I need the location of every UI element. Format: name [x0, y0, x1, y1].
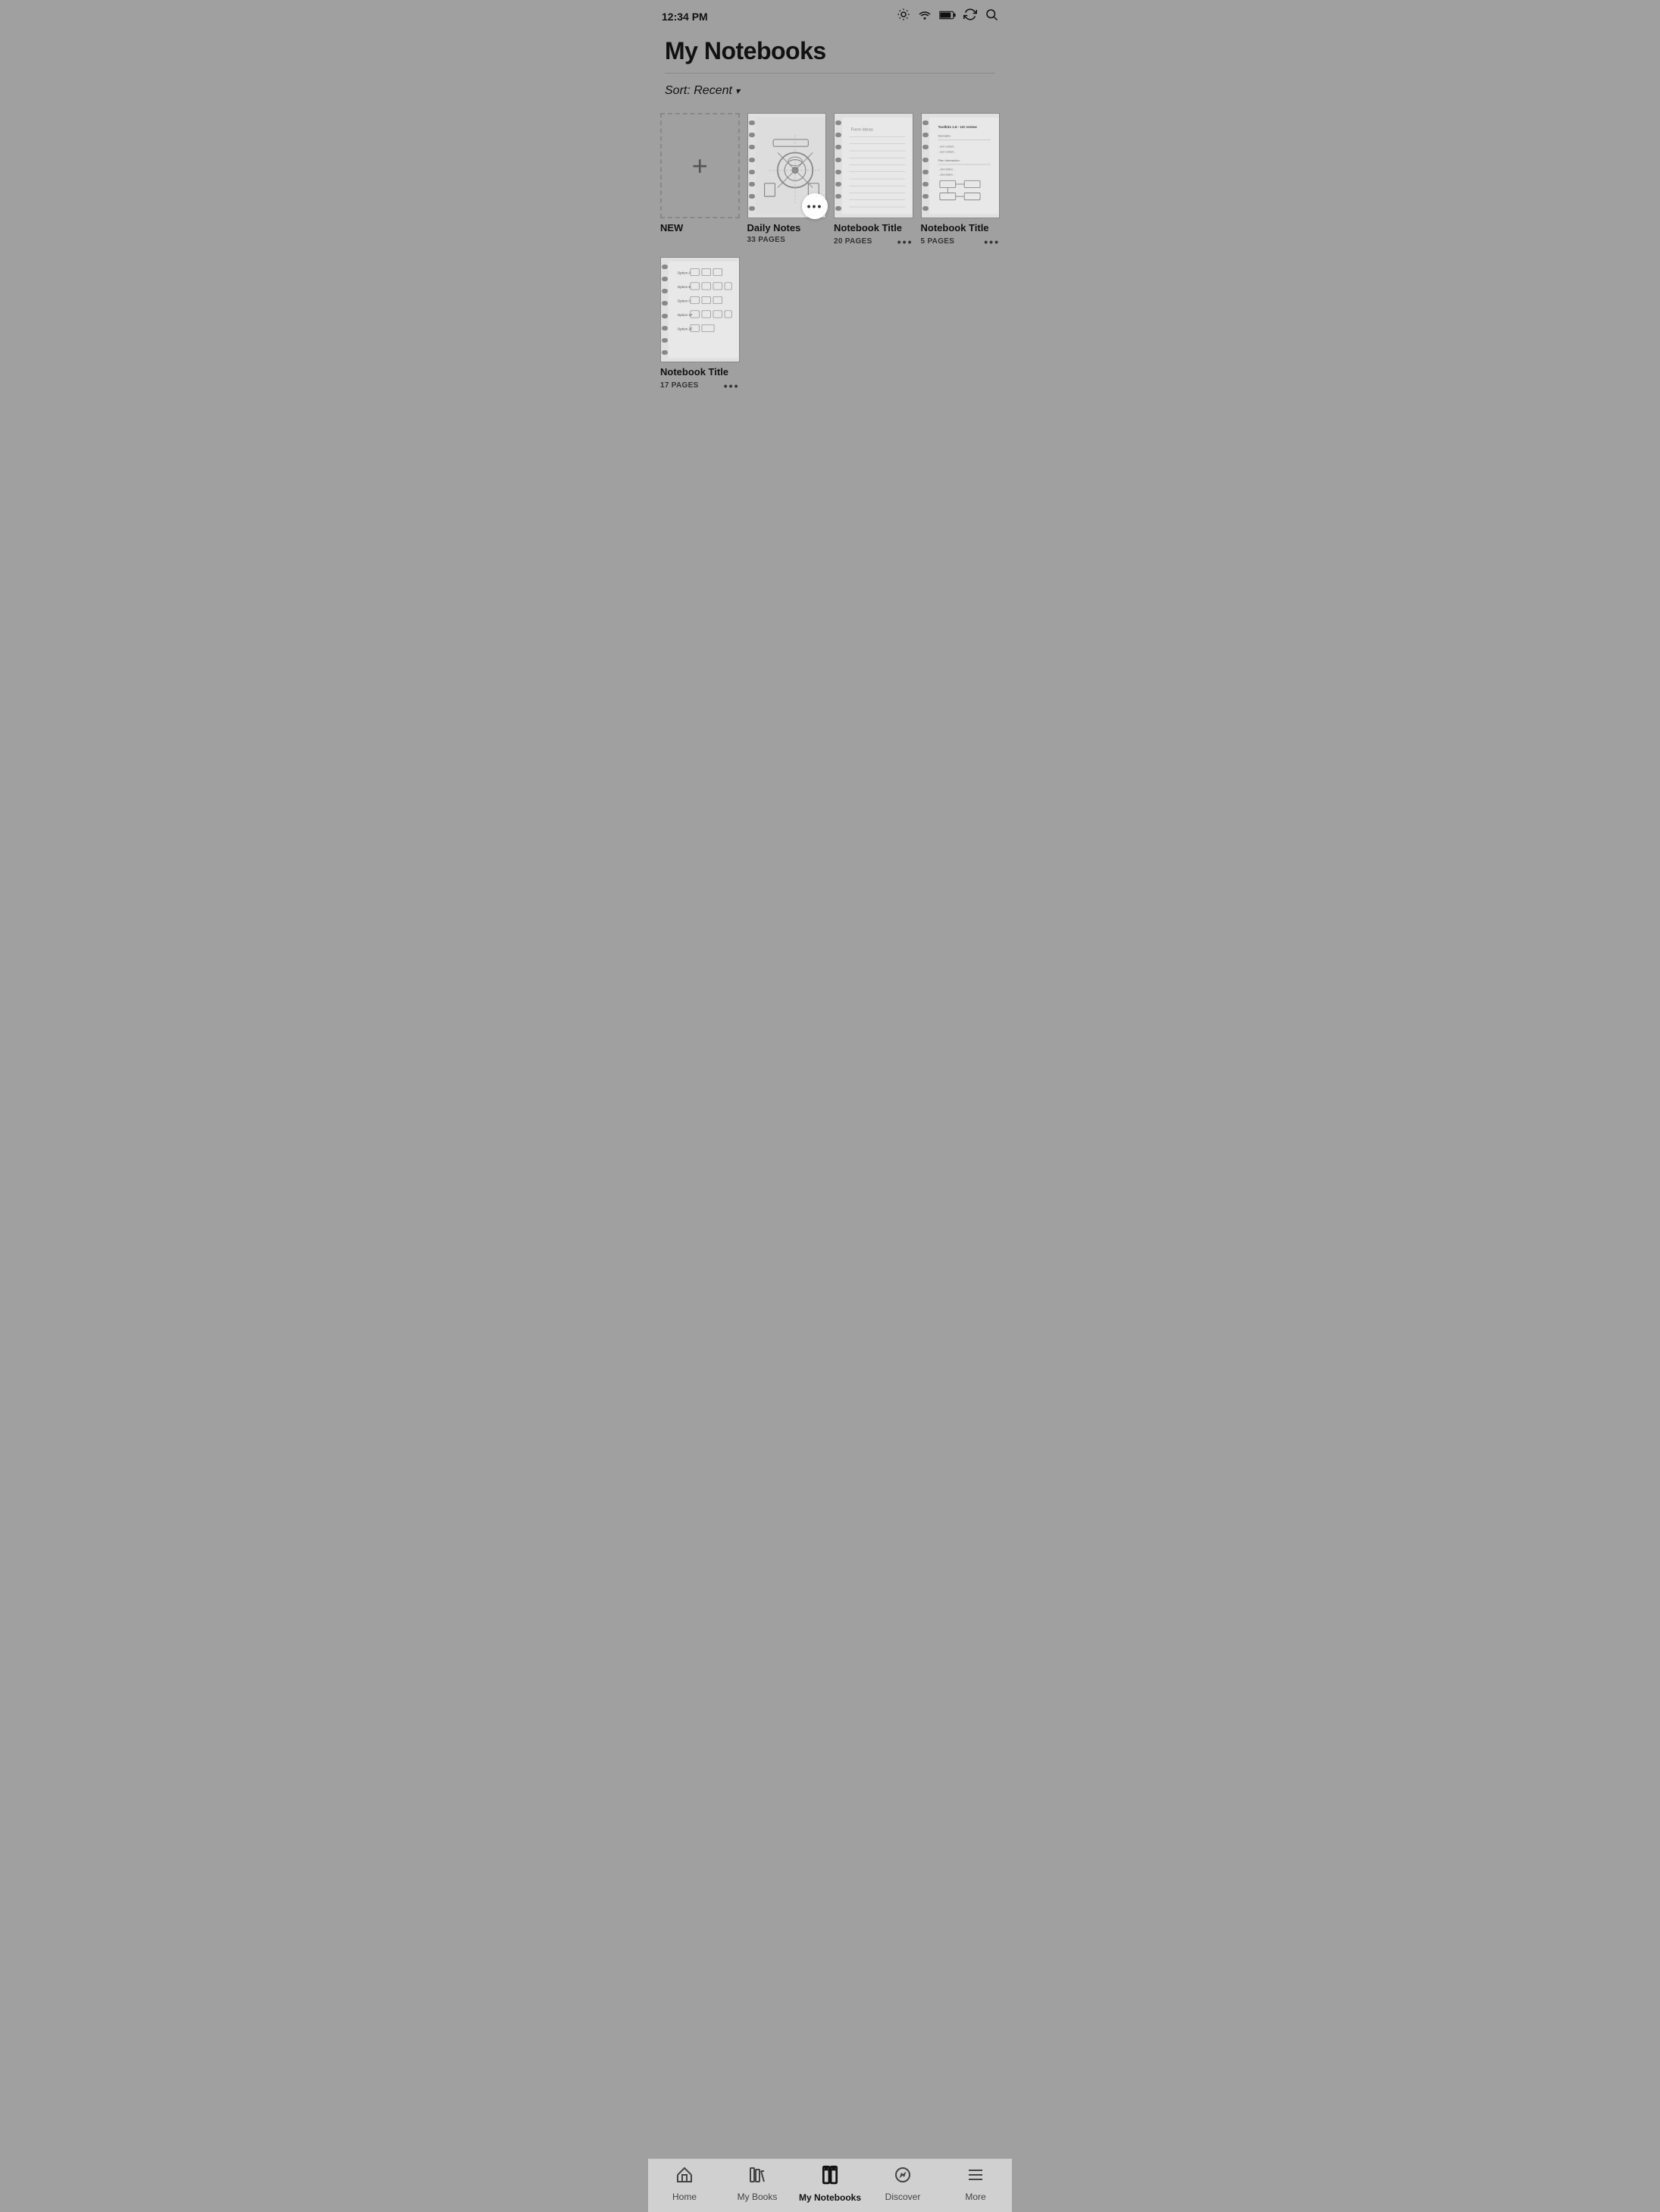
nav-my-books[interactable]: My Books: [721, 2166, 794, 2202]
svg-text:...description...: ...description...: [938, 173, 954, 176]
notebook-2-name: Notebook Title: [834, 222, 913, 234]
notebook-4-sketch: Option A Option B Option C Option 1F O: [661, 258, 739, 362]
notebook-3-sketch: Toolkits 1.8 - UX review Scenario: ...te…: [922, 114, 1000, 218]
nav-home-label: Home: [672, 2192, 697, 2202]
svg-text:...text content...: ...text content...: [938, 145, 956, 148]
nav-more-label: More: [965, 2192, 985, 2202]
nav-my-notebooks-label: My Notebooks: [799, 2192, 861, 2203]
notebook-4-cover[interactable]: Option A Option B Option C Option 1F O: [660, 257, 740, 362]
more-icon: [966, 2166, 985, 2189]
battery-icon: [939, 10, 956, 23]
page-header: My Notebooks: [648, 30, 1012, 73]
new-notebook-cover[interactable]: +: [660, 113, 740, 218]
status-bar: 12:34 PM: [648, 0, 1012, 30]
notebook-4-more-button[interactable]: •••: [724, 380, 740, 392]
wifi-icon: [918, 9, 932, 23]
brightness-icon[interactable]: [897, 8, 910, 25]
books-icon: [748, 2166, 766, 2189]
daily-notes-name: Daily Notes: [747, 222, 827, 234]
notebook-3-name: Notebook Title: [921, 222, 1001, 234]
svg-text:Option A: Option A: [678, 271, 692, 274]
add-icon: +: [692, 150, 708, 182]
svg-text:Toolkits 1.8 - UX review: Toolkits 1.8 - UX review: [938, 125, 977, 129]
spiral-left: [748, 114, 756, 218]
notebook-3-item[interactable]: Toolkits 1.8 - UX review Scenario: ...te…: [921, 113, 1001, 248]
notebook-2-more-button[interactable]: •••: [897, 236, 913, 248]
svg-text:Form Ideas: Form Ideas: [851, 127, 873, 132]
notebooks-grid: + NEW: [648, 110, 1012, 404]
notebook-2-item[interactable]: Form Ideas Notebook Title 20 PAGES •••: [834, 113, 913, 248]
svg-text:...text content...: ...text content...: [938, 150, 956, 153]
home-icon: [675, 2166, 694, 2189]
daily-notes-pages: 33 PAGES: [747, 236, 786, 244]
sort-bar: Sort: Recent ▾: [648, 74, 1012, 110]
status-time: 12:34 PM: [662, 11, 708, 23]
notebook-4-name: Notebook Title: [660, 366, 740, 378]
svg-text:Scenario:: Scenario:: [938, 134, 951, 138]
daily-notes-item[interactable]: Daily Notes 33 PAGES •••: [747, 113, 827, 248]
notebook-2-pages: 20 PAGES: [834, 237, 872, 246]
sort-label[interactable]: Sort: Recent ▾: [665, 84, 995, 98]
svg-text:Option B: Option B: [678, 285, 691, 289]
search-icon[interactable]: [985, 8, 998, 25]
daily-notes-more-button[interactable]: •••: [802, 193, 828, 219]
notebook-2-cover[interactable]: Form Ideas: [834, 113, 913, 218]
bottom-nav: Home My Books My Notebooks: [648, 2158, 1012, 2212]
status-icons: [897, 8, 998, 25]
daily-notes-meta: Daily Notes 33 PAGES: [747, 222, 827, 244]
spiral-left-2: [835, 114, 842, 218]
discover-icon: [894, 2166, 912, 2189]
notebook-4-meta: Notebook Title 17 PAGES •••: [660, 366, 740, 392]
spiral-left-4: [661, 258, 669, 362]
notebook-3-more-button[interactable]: •••: [984, 236, 1000, 248]
notebook-4-pages: 17 PAGES: [660, 381, 699, 390]
notebooks-icon: [820, 2165, 840, 2189]
nav-discover-label: Discover: [885, 2192, 921, 2202]
notebook-2-sketch: Form Ideas: [835, 114, 913, 218]
svg-text:Option C: Option C: [678, 299, 692, 302]
page-title: My Notebooks: [665, 37, 995, 65]
nav-my-notebooks[interactable]: My Notebooks: [794, 2165, 866, 2203]
nav-my-books-label: My Books: [738, 2192, 778, 2202]
notebook-2-meta: Notebook Title 20 PAGES •••: [834, 222, 913, 248]
sync-icon[interactable]: [963, 8, 977, 25]
spiral-left-3: [922, 114, 929, 218]
notebook-3-meta: Notebook Title 5 PAGES •••: [921, 222, 1001, 248]
notebook-3-cover[interactable]: Toolkits 1.8 - UX review Scenario: ...te…: [921, 113, 1001, 218]
nav-more[interactable]: More: [939, 2166, 1012, 2202]
notebook-4-item[interactable]: Option A Option B Option C Option 1F O: [660, 257, 740, 392]
nav-discover[interactable]: Discover: [866, 2166, 939, 2202]
bottom-spacer: [648, 404, 1012, 465]
new-notebook-item[interactable]: + NEW: [660, 113, 740, 248]
svg-text:...description...: ...description...: [938, 168, 954, 171]
sort-chevron-icon: ▾: [735, 86, 740, 96]
nav-home[interactable]: Home: [648, 2166, 721, 2202]
new-notebook-label: NEW: [660, 222, 683, 233]
svg-text:Plan Interaction:: Plan Interaction:: [938, 158, 960, 162]
notebook-3-pages: 5 PAGES: [921, 237, 955, 246]
